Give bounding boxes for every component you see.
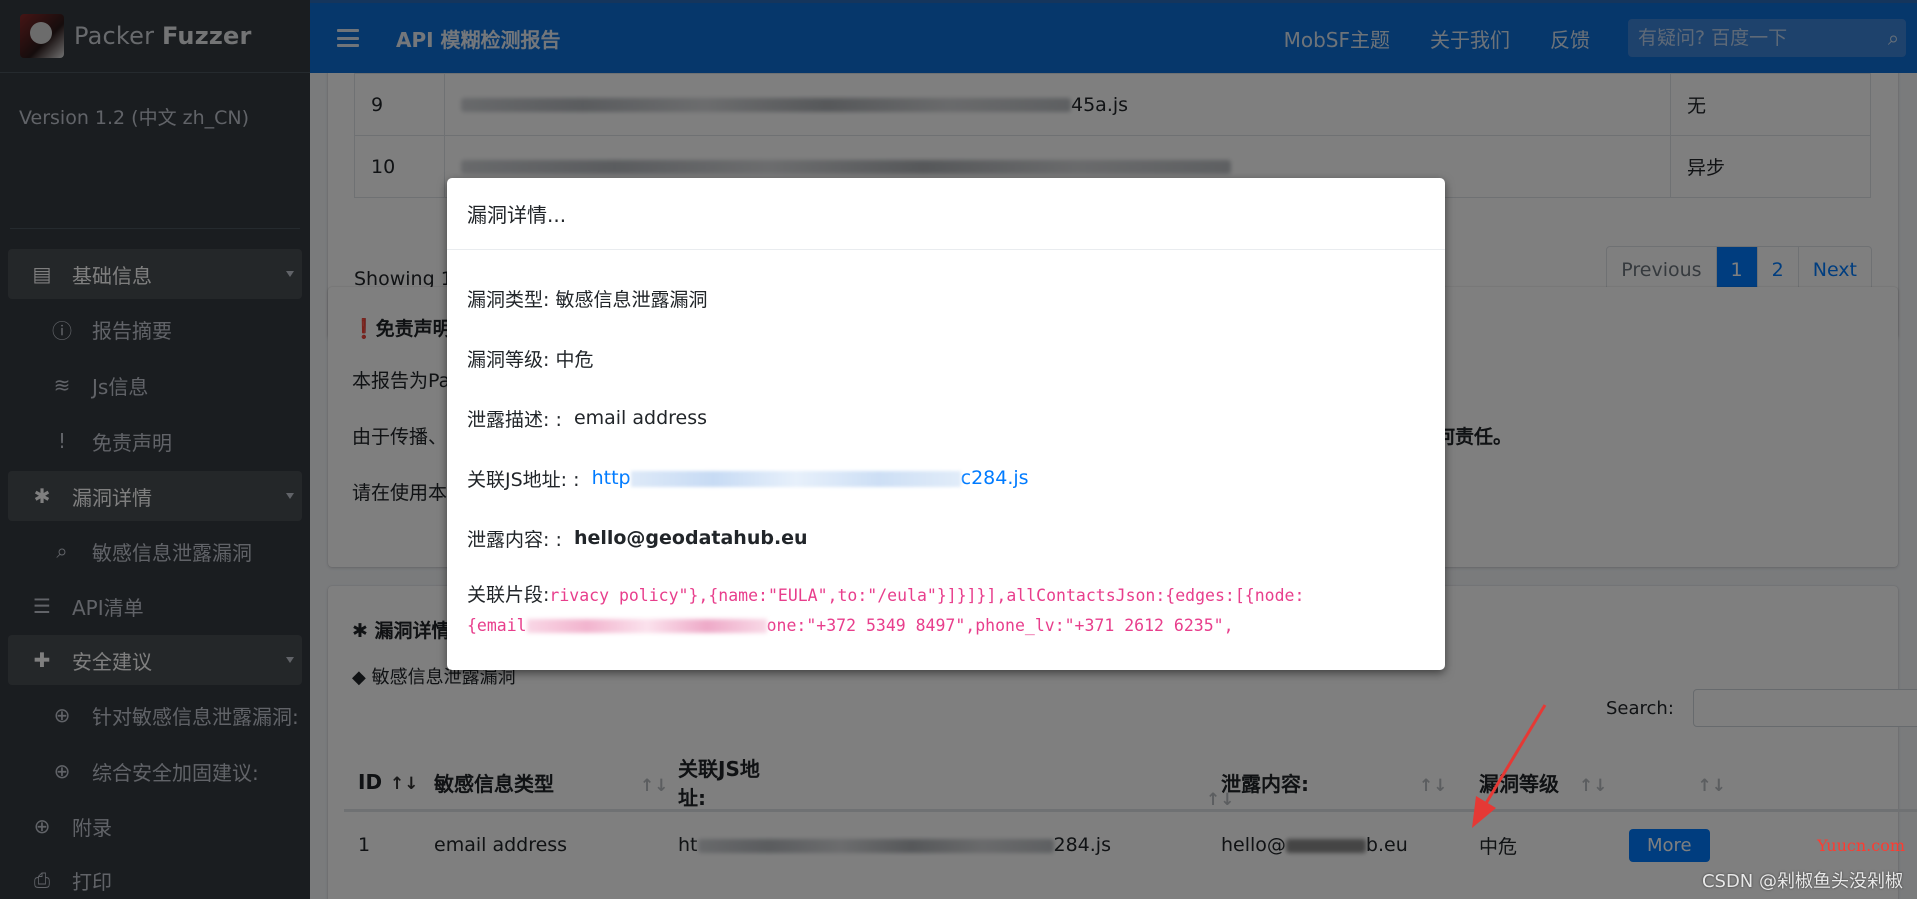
modal-desc: 泄露描述: : email address [467,407,708,431]
csdn-watermark: CSDN @剁椒鱼头没剁椒 [1701,871,1903,892]
vuln-detail-modal: 漏洞详情... 漏洞类型: 敏感信息泄露漏洞 漏洞等级: 中危 泄露描述: : … [447,178,1445,670]
modal-type: 漏洞类型: 敏感信息泄露漏洞 [467,288,708,311]
modal-level: 漏洞等级: 中危 [467,348,594,371]
js-url-link[interactable]: http c284.js [592,467,1029,489]
site-watermark: Yuucn.com [1817,836,1905,855]
modal-title: 漏洞详情... [447,178,1445,250]
annotation-arrow-icon [1472,704,1547,828]
modal-js-url: 关联JS地址: : http c284.js [467,467,1029,491]
modal-content: 泄露内容: : hello@geodatahub.eu [467,527,808,551]
modal-snippet: 关联片段:rivacy policy"},{name:"EULA",to:"/e… [467,584,1305,635]
